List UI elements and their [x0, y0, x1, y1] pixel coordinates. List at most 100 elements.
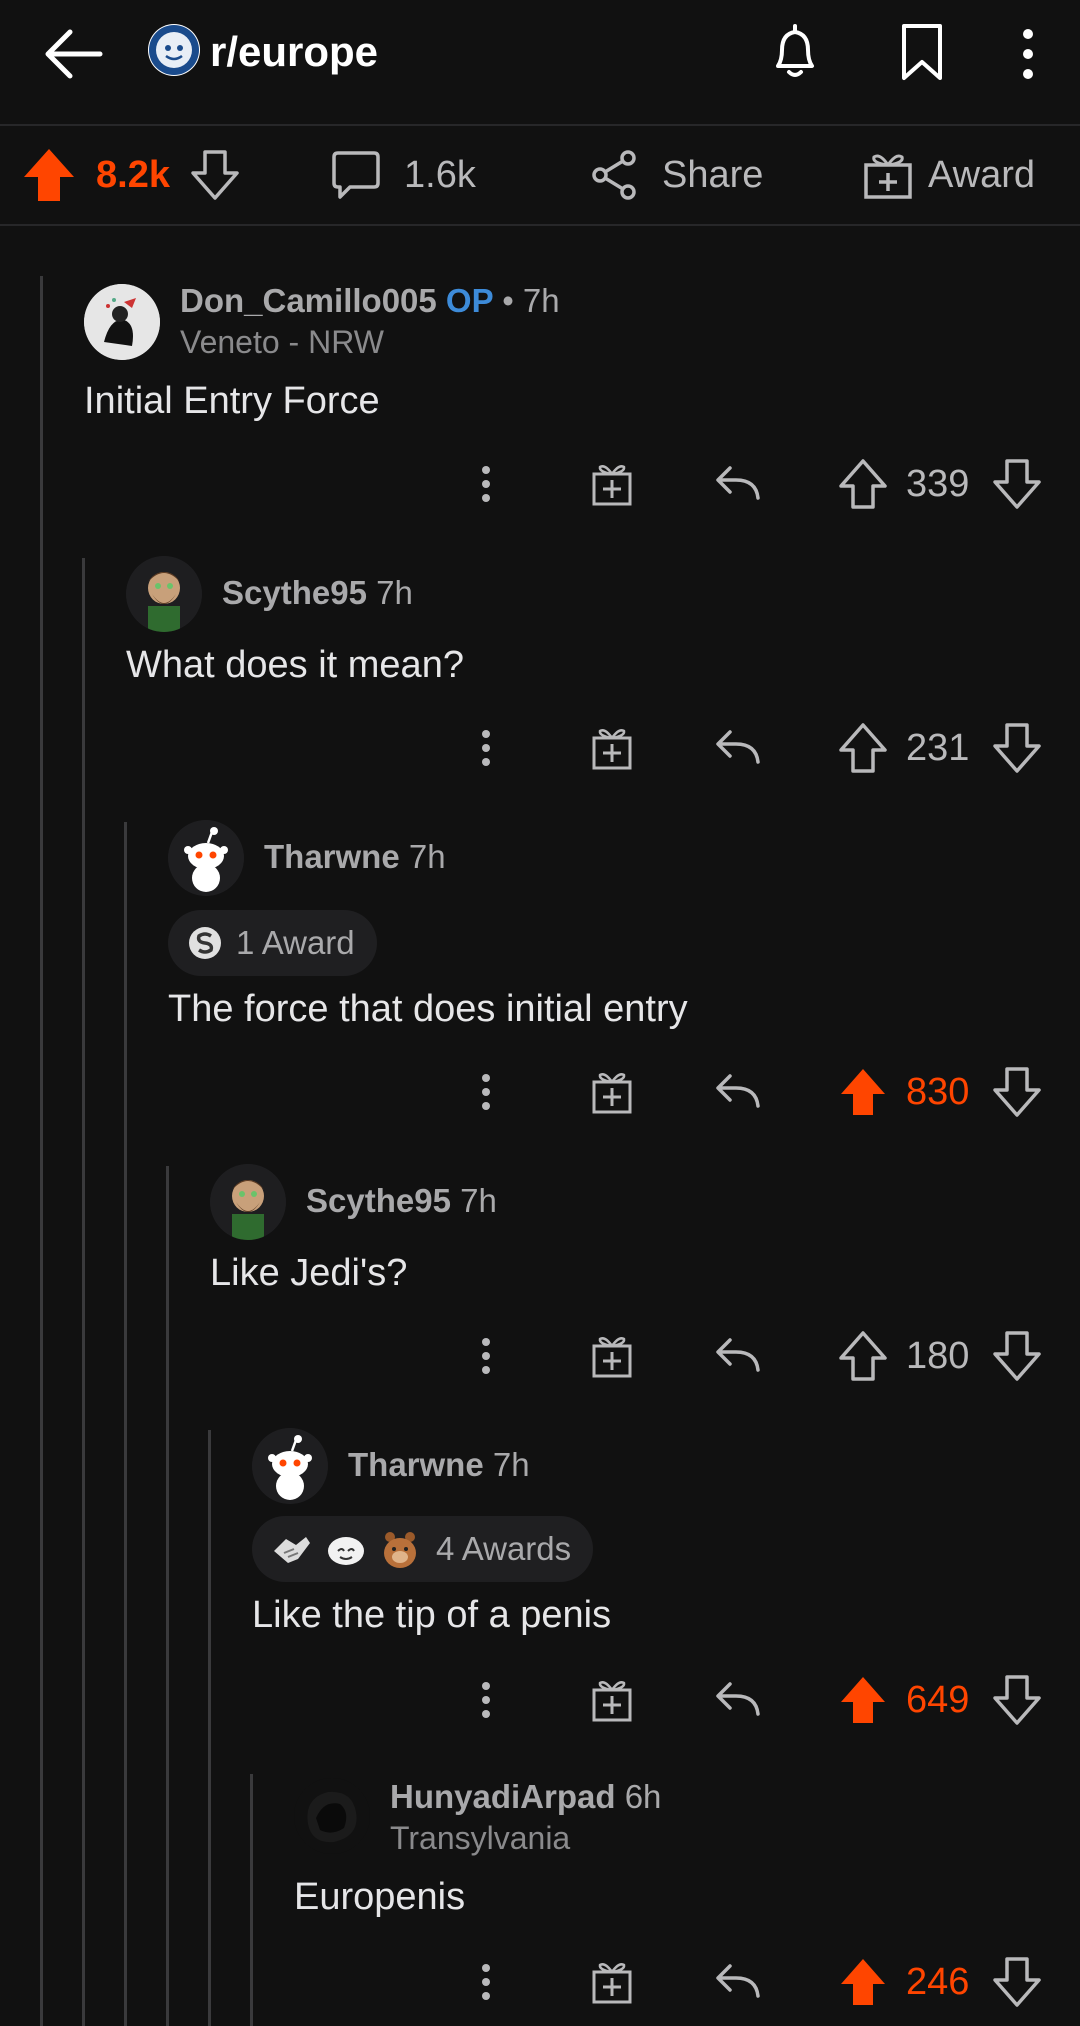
- username[interactable]: Tharwne: [264, 838, 400, 875]
- comment-action-bar: 830: [0, 1062, 1080, 1122]
- comment-time: 7h: [492, 1446, 530, 1483]
- upvote-icon[interactable]: [838, 722, 888, 774]
- username[interactable]: HunyadiArpad: [390, 1778, 616, 1815]
- upvote-icon[interactable]: [838, 458, 888, 510]
- subreddit-logo-icon: [149, 25, 199, 75]
- reply-icon[interactable]: [712, 460, 762, 508]
- comment-text: The force that does initial entry: [168, 988, 688, 1030]
- comment-score: 180: [906, 1335, 970, 1377]
- share-label: Share: [662, 153, 764, 196]
- user-avatar-image: [210, 1164, 286, 1240]
- wholesome-award-icon: [328, 1537, 364, 1565]
- thread-line[interactable]: [166, 1166, 169, 2026]
- comment-score: 339: [906, 463, 970, 505]
- user-avatar[interactable]: [84, 284, 160, 360]
- comment-more-icon[interactable]: [472, 1670, 500, 1730]
- comment-header: Tharwne 7h: [348, 1446, 530, 1484]
- subreddit-name[interactable]: r/europe: [210, 28, 378, 76]
- downvote-icon[interactable]: [992, 1956, 1042, 2008]
- upvote-icon[interactable]: [838, 1330, 888, 1382]
- downvote-icon[interactable]: [992, 1674, 1042, 1726]
- award-label: Award: [928, 153, 1036, 196]
- gift-award-icon[interactable]: [588, 460, 636, 508]
- upvote-filled-icon[interactable]: [838, 1956, 888, 2008]
- downvote-icon[interactable]: [992, 1330, 1042, 1382]
- reply-icon[interactable]: [712, 1068, 762, 1116]
- upvote-filled-icon[interactable]: [838, 1066, 888, 1118]
- gift-award-icon[interactable]: [588, 1332, 636, 1380]
- comment-text: Like the tip of a penis: [252, 1594, 612, 1636]
- post-vote-group: 8.2k: [22, 126, 240, 224]
- snoo-avatar-icon: [252, 1428, 328, 1504]
- share-button[interactable]: Share: [590, 126, 763, 224]
- user-avatar[interactable]: [294, 1778, 370, 1854]
- upvote-filled-icon[interactable]: [22, 147, 76, 203]
- gift-award-icon[interactable]: [588, 1958, 636, 2006]
- user-avatar-image: [294, 1778, 370, 1854]
- downvote-icon[interactable]: [190, 149, 240, 201]
- comment-more-icon[interactable]: [472, 718, 500, 778]
- comment-score: 231: [906, 727, 970, 769]
- thread-line[interactable]: [40, 276, 43, 2026]
- user-avatar[interactable]: [168, 820, 244, 896]
- comment-time: • 7h: [502, 282, 560, 319]
- comment-header: Scythe95 7h: [222, 574, 413, 612]
- gift-award-icon: [864, 154, 912, 199]
- user-avatar[interactable]: [210, 1164, 286, 1240]
- award-count: 1 Award: [236, 924, 355, 961]
- username[interactable]: Tharwne: [348, 1446, 484, 1483]
- handshake-award-icon: [274, 1537, 310, 1563]
- comment-action-bar: 231: [0, 718, 1080, 778]
- comment-more-icon[interactable]: [472, 1062, 500, 1122]
- comment-time: 7h: [408, 838, 446, 875]
- comments-button[interactable]: 1.6k: [330, 126, 476, 224]
- comment-header: Tharwne 7h: [264, 838, 446, 876]
- user-avatar[interactable]: [252, 1428, 328, 1504]
- comment-header: Don_Camillo005 OP • 7h: [180, 282, 560, 320]
- username[interactable]: Scythe95: [306, 1182, 451, 1219]
- user-avatar[interactable]: [126, 556, 202, 632]
- op-tag: OP: [445, 282, 494, 319]
- gift-award-icon[interactable]: [588, 1676, 636, 1724]
- comment-more-icon[interactable]: [472, 1952, 500, 2012]
- award-count: 4 Awards: [436, 1530, 572, 1567]
- gift-award-icon[interactable]: [588, 724, 636, 772]
- awards-pill[interactable]: 4 Awards: [252, 1516, 594, 1582]
- reply-icon[interactable]: [712, 1958, 762, 2006]
- back-arrow-icon[interactable]: [40, 26, 110, 82]
- comment-score: 246: [906, 1961, 970, 2003]
- more-options-icon[interactable]: [1010, 24, 1046, 84]
- silver-award-icon: [189, 927, 221, 959]
- reply-icon[interactable]: [712, 1332, 762, 1380]
- post-action-bar: 8.2k 1.6k Share Award: [0, 126, 1080, 226]
- thread-line[interactable]: [82, 558, 85, 2026]
- comment-header: Scythe95 7h: [306, 1182, 497, 1220]
- upvote-filled-icon[interactable]: [838, 1674, 888, 1726]
- comment-action-bar: 339: [0, 454, 1080, 514]
- comment-action-bar: 649: [0, 1670, 1080, 1730]
- user-flair: Transylvania: [390, 1820, 571, 1856]
- subreddit-avatar[interactable]: [148, 24, 200, 76]
- downvote-icon[interactable]: [992, 722, 1042, 774]
- thread-line[interactable]: [124, 822, 127, 2026]
- comment-action-bar: 246: [0, 1952, 1080, 2012]
- comment-more-icon[interactable]: [472, 1326, 500, 1386]
- user-flair: Veneto - NRW: [180, 324, 384, 360]
- gift-award-icon[interactable]: [588, 1068, 636, 1116]
- awards-pill[interactable]: 1 Award: [168, 910, 377, 976]
- comment-score: 649: [906, 1679, 970, 1721]
- award-button[interactable]: Award: [862, 126, 1035, 224]
- reply-icon[interactable]: [712, 724, 762, 772]
- username[interactable]: Don_Camillo005: [180, 282, 437, 319]
- notification-bell-icon[interactable]: [766, 22, 824, 82]
- comment-count: 1.6k: [404, 153, 476, 196]
- comment-more-icon[interactable]: [472, 454, 500, 514]
- post-score: 8.2k: [96, 153, 170, 196]
- bookmark-icon[interactable]: [898, 22, 946, 82]
- downvote-icon[interactable]: [992, 1066, 1042, 1118]
- downvote-icon[interactable]: [992, 458, 1042, 510]
- comment-score: 830: [906, 1071, 970, 1113]
- bear-award-icon: [384, 1532, 416, 1568]
- reply-icon[interactable]: [712, 1676, 762, 1724]
- username[interactable]: Scythe95: [222, 574, 367, 611]
